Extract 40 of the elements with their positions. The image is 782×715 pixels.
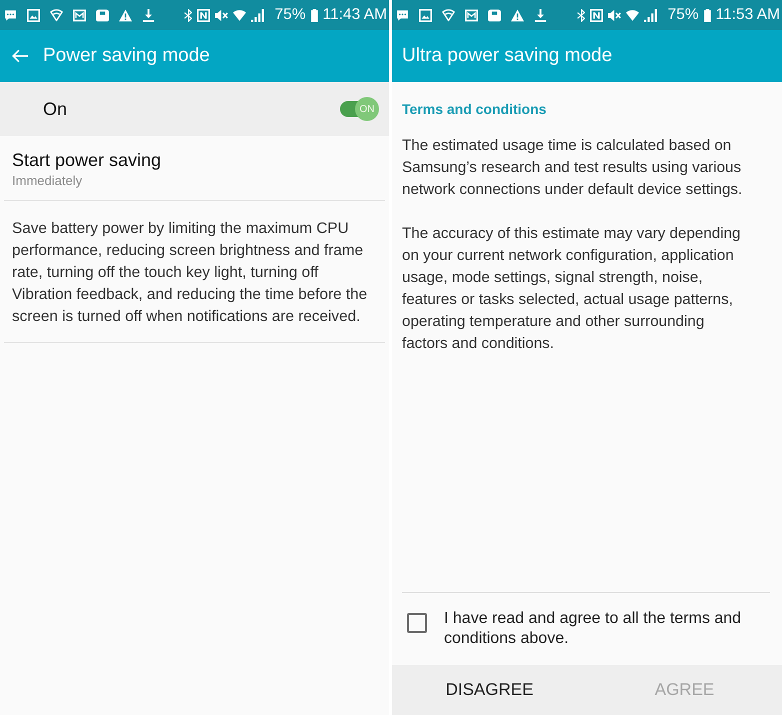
image-icon <box>27 8 40 22</box>
wifi-icon <box>232 8 246 22</box>
signal-icon <box>644 8 657 22</box>
clock-time: 11:43 AM <box>322 6 387 24</box>
battery-icon <box>704 8 711 22</box>
clock-time: 11:53 AM <box>716 6 780 24</box>
battery-percentage: 75% <box>668 6 699 24</box>
nfc-icon <box>196 8 210 22</box>
setting-summary: Immediately <box>12 172 84 190</box>
chat-bubble-icon <box>4 8 17 22</box>
setting-title[interactable]: Start power saving <box>12 149 377 171</box>
warning-icon <box>511 8 524 22</box>
checkbox[interactable] <box>407 613 427 633</box>
signal-icon <box>250 8 264 22</box>
wifi-icon <box>626 8 639 22</box>
image-icon <box>419 8 432 22</box>
screen-title: Power saving mode <box>43 45 210 67</box>
bluetooth-icon <box>576 8 585 22</box>
chat-bubble-icon <box>396 8 409 22</box>
battery-icon <box>310 8 318 22</box>
wifi-outline-icon <box>442 8 455 22</box>
terms-paragraph: The estimated usage time is calculated based on Samsung’s research and test results using various network connections under default device settings. <box>402 136 744 200</box>
switch-label: On <box>43 98 68 120</box>
terms-paragraph: The accuracy of this estimate may vary depending on your current network configuration, application usage, mode settings, signal strength, noise, features or tasks selected, actual usage patterns, operating temperature and other surrounding factors and conditions. <box>402 224 742 354</box>
back-arrow-icon[interactable] <box>12 49 28 63</box>
nfc-icon <box>590 8 603 22</box>
agreement-label[interactable]: I have read and agree to all the terms and conditions above. <box>444 609 772 649</box>
bluetooth-icon <box>184 8 192 22</box>
mail-icon <box>73 8 86 22</box>
download-icon <box>142 8 155 22</box>
section-heading: Terms and conditions <box>402 101 548 117</box>
description-text: Save battery power by limiting the maximum CPU performance, reducing screen brightness and frame rate, turning off the touch key light, turning off Vibration feedback, and reducing the time before the screen is turned off when notifications are received. <box>4 201 385 343</box>
battery-percentage: 75% <box>274 6 306 24</box>
mute-icon <box>214 8 228 22</box>
screen-title: Ultra power saving mode <box>402 45 612 67</box>
wifi-outline-icon <box>50 8 63 22</box>
warning-icon <box>119 8 132 22</box>
download-icon <box>534 8 547 22</box>
mute-icon <box>608 8 621 22</box>
mail-icon <box>465 8 478 22</box>
